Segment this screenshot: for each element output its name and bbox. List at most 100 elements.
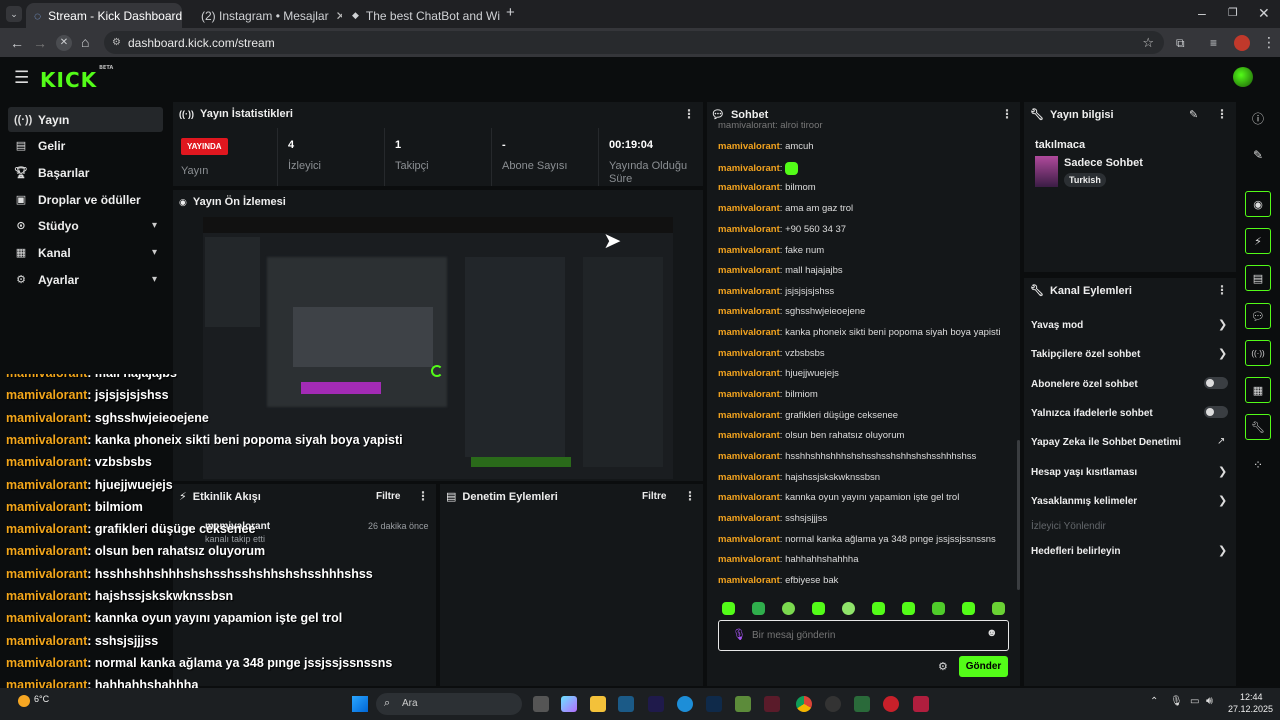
- network-icon[interactable]: ▭: [1190, 696, 1199, 707]
- user-avatar[interactable]: [1233, 67, 1253, 87]
- emotes-only-toggle[interactable]: [1204, 406, 1228, 418]
- app-icon[interactable]: [913, 696, 929, 712]
- modlog-toggle-icon[interactable]: ▤: [1245, 265, 1271, 291]
- file-explorer-icon[interactable]: [590, 696, 606, 712]
- microphone-icon[interactable]: 🎙︎: [732, 628, 746, 641]
- emote-icon[interactable]: [842, 602, 855, 615]
- close-tab-icon[interactable]: ✕: [336, 9, 342, 23]
- tab-search-icon[interactable]: ⌄: [6, 6, 22, 22]
- emote-icon[interactable]: [782, 602, 795, 615]
- activity-menu-icon[interactable]: ⋮: [417, 489, 429, 503]
- emote-icon[interactable]: [812, 602, 825, 615]
- tray-chevron-icon[interactable]: ⌃: [1150, 696, 1158, 707]
- send-button[interactable]: Gönder: [959, 656, 1008, 677]
- chat-username[interactable]: mamivalorant: [718, 306, 780, 317]
- emote-icon[interactable]: [722, 602, 735, 615]
- microphone-tray-icon[interactable]: 🎙︎: [1170, 696, 1183, 707]
- tab-chatbot[interactable]: ◆ The best ChatBot and Widgets ✕: [344, 3, 500, 28]
- modlog-menu-icon[interactable]: ⋮: [684, 489, 696, 503]
- taskbar-search[interactable]: ⌕ Ara: [376, 693, 522, 715]
- tab-kick-dashboard[interactable]: ◌ Stream - Kick Dashboard ✕: [26, 3, 182, 28]
- info-icon[interactable]: ⓘ: [1245, 105, 1271, 131]
- weather-temp[interactable]: 6°C: [34, 694, 49, 704]
- stats-menu-icon[interactable]: ⋮: [683, 107, 695, 121]
- restore-icon[interactable]: ❐: [1228, 6, 1238, 20]
- emote-icon[interactable]: [962, 602, 975, 615]
- app-icon[interactable]: [854, 696, 870, 712]
- chat-scrollbar[interactable]: [1017, 440, 1020, 590]
- site-info-icon[interactable]: ⚙: [112, 37, 121, 48]
- extensions-icon[interactable]: ⧉: [1176, 36, 1185, 50]
- tools-toggle-icon[interactable]: 🔧︎: [1245, 414, 1271, 440]
- chat-toggle-icon[interactable]: 💬︎: [1245, 303, 1271, 329]
- sidebar-item-gelir[interactable]: ▤ Gelir: [8, 133, 163, 158]
- action-followers-only[interactable]: Takipçilere özel sohbet: [1031, 349, 1140, 360]
- minecraft-icon[interactable]: [735, 696, 751, 712]
- chevron-right-icon[interactable]: ❯: [1218, 347, 1227, 360]
- sidebar-item-kanal[interactable]: ▦ Kanal ▾: [8, 240, 163, 265]
- sidebar-item-studyo[interactable]: ⊙ Stüdyo ▾: [8, 213, 163, 238]
- chat-username[interactable]: mamivalorant: [718, 368, 780, 379]
- chat-username[interactable]: mamivalorant: [718, 286, 780, 297]
- chat-input-box[interactable]: 🎙︎ ☻: [718, 620, 1009, 651]
- activity-toggle-icon[interactable]: ⚡︎: [1245, 228, 1271, 254]
- url-input[interactable]: ⚙ dashboard.kick.com/stream ☆: [104, 31, 1164, 54]
- back-icon[interactable]: ←: [10, 36, 24, 50]
- chat-username[interactable]: mamivalorant: [718, 389, 780, 400]
- app-icon[interactable]: [883, 696, 899, 712]
- chevron-right-icon[interactable]: ❯: [1218, 544, 1227, 557]
- chat-username[interactable]: mamivalorant: [718, 554, 780, 565]
- chat-username[interactable]: mamivalorant: [718, 492, 780, 503]
- chat-username[interactable]: mamivalorant: [718, 182, 780, 193]
- chat-username[interactable]: mamivalorant: [718, 534, 780, 545]
- sidebar-item-yayin[interactable]: ((·)) Yayın: [8, 107, 163, 132]
- modlog-filter-button[interactable]: Filtre: [642, 491, 666, 502]
- kick-logo[interactable]: KICK BETA: [40, 65, 113, 92]
- tab-instagram[interactable]: (2) Instagram • Mesajlar ✕: [186, 3, 342, 28]
- chrome-icon[interactable]: [796, 696, 812, 712]
- emote-icon[interactable]: [752, 602, 765, 615]
- chat-username[interactable]: mamivalorant: [718, 224, 780, 235]
- emote-icon[interactable]: [992, 602, 1005, 615]
- task-view-icon[interactable]: [533, 696, 549, 712]
- sidebar-item-basarilar[interactable]: 🏆︎ Başarılar: [8, 160, 163, 185]
- stop-loading-icon[interactable]: ✕: [56, 35, 72, 51]
- info-menu-icon[interactable]: ⋮: [1216, 107, 1228, 121]
- preview-toggle-icon[interactable]: ◉: [1245, 191, 1271, 217]
- chat-settings-icon[interactable]: ⚙: [938, 660, 948, 673]
- chat-message-input[interactable]: [752, 627, 972, 643]
- stats-toggle-icon[interactable]: ((·)): [1245, 340, 1271, 366]
- chat-username[interactable]: mamivalorant: [718, 245, 780, 256]
- chat-username[interactable]: mamivalorant: [718, 327, 780, 338]
- close-window-icon[interactable]: ✕: [1258, 6, 1270, 20]
- action-slow-mode[interactable]: Yavaş mod: [1031, 320, 1083, 331]
- copilot-icon[interactable]: [561, 696, 577, 712]
- obs-icon[interactable]: [825, 696, 841, 712]
- after-effects-icon[interactable]: [648, 696, 664, 712]
- emote-icon[interactable]: [902, 602, 915, 615]
- action-ai-moderation[interactable]: Yapay Zeka ile Sohbet Denetimi: [1031, 437, 1181, 448]
- emote-icon[interactable]: [872, 602, 885, 615]
- actions-toggle-icon[interactable]: ▦: [1245, 377, 1271, 403]
- chat-username[interactable]: mamivalorant: [718, 472, 780, 483]
- chevron-right-icon[interactable]: ❯: [1218, 465, 1227, 478]
- chat-menu-icon[interactable]: ⋮: [1001, 107, 1013, 121]
- clock-date[interactable]: 27.12.2025: [1228, 704, 1273, 714]
- pencil-icon[interactable]: ✎: [1245, 142, 1271, 168]
- edge-icon[interactable]: [677, 696, 693, 712]
- chat-username[interactable]: mamivalorant: [718, 513, 780, 524]
- volume-icon[interactable]: 🔊︎: [1206, 695, 1213, 708]
- action-account-age[interactable]: Hesap yaşı kısıtlaması: [1031, 467, 1137, 478]
- chat-username[interactable]: mamivalorant: [718, 163, 780, 174]
- hamburger-menu-icon[interactable]: ☰: [14, 68, 29, 88]
- emoji-picker-icon[interactable]: ☻: [986, 627, 998, 639]
- sidebar-item-ayarlar[interactable]: ⚙ Ayarlar ▾: [8, 267, 163, 292]
- new-tab-icon[interactable]: +: [506, 5, 515, 20]
- app-icon[interactable]: [764, 696, 780, 712]
- chat-username[interactable]: mamivalorant: [718, 410, 780, 421]
- photoshop-icon[interactable]: [706, 696, 722, 712]
- weather-icon[interactable]: [18, 695, 30, 707]
- edit-pencil-icon[interactable]: ✎: [1189, 108, 1198, 121]
- chat-username[interactable]: mamivalorant: [718, 451, 780, 462]
- windows-start-icon[interactable]: [352, 696, 368, 712]
